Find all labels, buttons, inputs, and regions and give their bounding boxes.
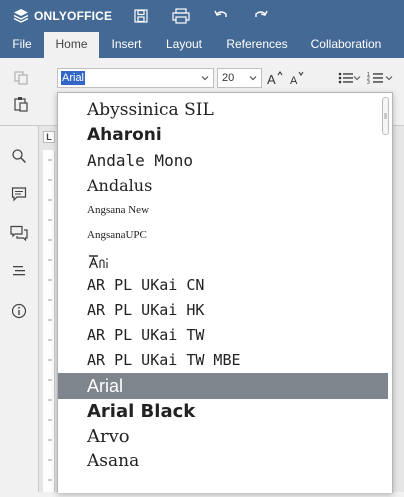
redo-button[interactable] (251, 6, 271, 26)
info-icon (11, 303, 27, 319)
tab-stop-selector[interactable]: L (43, 131, 55, 143)
tab-home[interactable]: Home (44, 32, 99, 58)
font-option-selected[interactable]: Arial (58, 373, 388, 399)
dropdown-scrollbar[interactable] (382, 97, 389, 135)
numbered-list-icon: 1 2 3 (367, 72, 383, 86)
bullets-dropdown[interactable] (352, 68, 362, 88)
font-option[interactable]: Arvo (58, 424, 388, 449)
font-option[interactable]: Abyssinica SIL (58, 98, 388, 123)
title-bar: ONLYOFFICE (0, 0, 404, 32)
font-name-value[interactable]: Arial (61, 71, 86, 85)
search-button[interactable] (9, 146, 29, 166)
font-option[interactable]: Angsana New (58, 198, 388, 223)
svg-text:A: A (290, 75, 298, 86)
undo-icon (214, 10, 227, 17)
svg-text:A: A (267, 72, 276, 86)
font-size-increase-icon: A (267, 71, 283, 86)
search-icon (12, 149, 27, 164)
save-button[interactable] (131, 6, 151, 26)
tab-collaboration[interactable]: Collaboration (300, 32, 392, 58)
navigation-button[interactable] (9, 261, 29, 281)
font-option[interactable]: Arial Black (58, 399, 388, 424)
copy-button[interactable] (11, 68, 31, 88)
font-option[interactable]: AR PL UKai TW (58, 323, 388, 348)
font-option[interactable]: Andalus (58, 173, 388, 198)
font-option[interactable]: Asana (58, 449, 388, 474)
numbering-dropdown[interactable] (384, 68, 394, 88)
tab-insert[interactable]: Insert (99, 32, 154, 58)
undo-button[interactable] (211, 6, 231, 26)
app-logo: ONLYOFFICE (13, 7, 112, 25)
tab-references[interactable]: References (214, 32, 300, 58)
font-option[interactable] (58, 248, 388, 273)
chat-button[interactable] (9, 223, 29, 243)
comment-icon (11, 187, 27, 202)
increase-font-size-button[interactable]: A (265, 68, 285, 88)
vertical-ruler (43, 150, 55, 492)
font-size-combo[interactable]: 20 (217, 68, 262, 88)
print-button[interactable] (171, 6, 191, 26)
tab-layout[interactable]: Layout (154, 32, 214, 58)
paste-icon (14, 97, 28, 112)
tab-file[interactable]: File (0, 32, 44, 58)
save-icon (134, 9, 148, 23)
onlyoffice-logo-icon (13, 9, 29, 23)
copy-icon (14, 71, 28, 85)
ribbon-tab-bar: File Home Insert Layout References Colla… (0, 32, 404, 58)
chevron-down-icon (385, 76, 393, 81)
left-sidebar (0, 126, 39, 492)
ruler-ticks (48, 159, 52, 481)
font-option[interactable]: AngsanaUPC (58, 223, 388, 248)
about-button[interactable] (9, 301, 29, 321)
scrollbar-grip (384, 113, 387, 119)
headings-navigation-icon (13, 266, 25, 276)
font-size-value[interactable]: 20 (222, 72, 234, 84)
chevron-down-icon (353, 76, 361, 81)
font-option[interactable]: Andale Mono (58, 148, 388, 173)
svg-text:3: 3 (367, 80, 370, 86)
chevron-down-icon[interactable] (200, 73, 210, 83)
font-option[interactable]: AR PL UKai CN (58, 273, 388, 298)
chevron-down-icon[interactable] (248, 73, 258, 83)
font-option[interactable]: Aharoni (58, 123, 388, 148)
font-name-glyph (88, 254, 108, 268)
comments-button[interactable] (9, 184, 29, 204)
paste-button[interactable] (11, 94, 31, 114)
numbering-button[interactable]: 1 2 3 (366, 68, 386, 88)
font-name-dropdown[interactable]: Abyssinica SIL Aharoni Andale Mono Andal… (57, 92, 393, 493)
font-option[interactable]: AR PL UKai TW MBE (58, 348, 388, 373)
decrease-font-size-button[interactable]: A (287, 68, 307, 88)
redo-icon (255, 10, 268, 17)
font-name-combo[interactable]: Arial (57, 68, 214, 88)
app-brand-name: ONLYOFFICE (34, 9, 113, 23)
font-option[interactable]: AR PL UKai HK (58, 298, 388, 323)
chat-icon (10, 225, 28, 241)
print-icon (172, 8, 190, 24)
font-size-decrease-icon: A (290, 71, 304, 86)
